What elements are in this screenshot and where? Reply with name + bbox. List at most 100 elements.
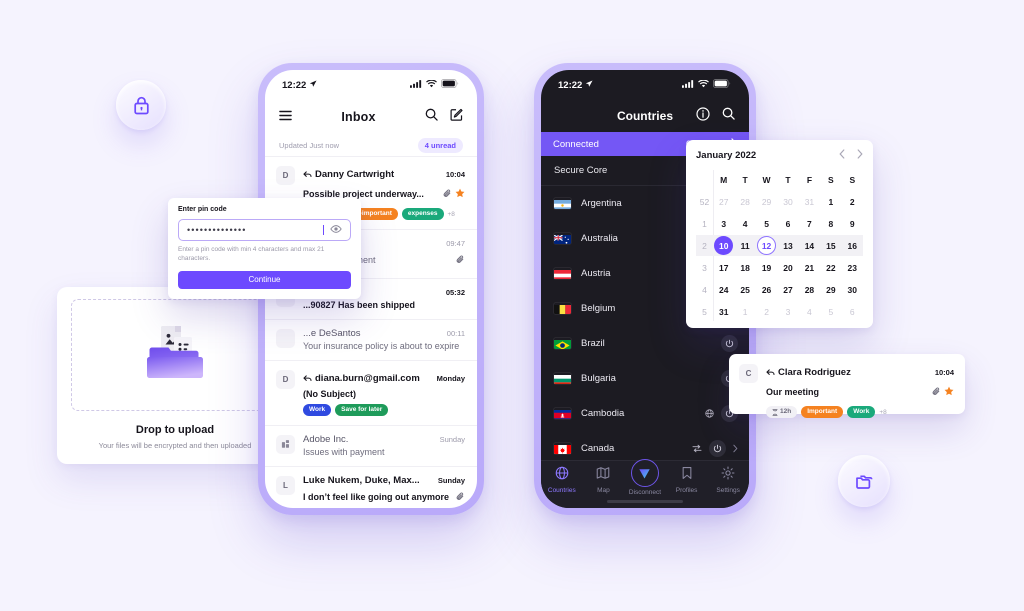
tag[interactable]: Work — [847, 406, 876, 418]
pin-code-help: Enter a pin code with min 4 characters a… — [178, 246, 325, 262]
country-list-item[interactable]: Brazil — [541, 326, 749, 361]
mail-item-icons — [456, 488, 465, 506]
calendar-day[interactable]: 4 — [799, 301, 820, 322]
info-circle-icon[interactable] — [696, 106, 710, 126]
calendar-day[interactable]: 6 — [842, 301, 863, 322]
search-icon[interactable] — [425, 108, 438, 126]
folders-orb — [838, 455, 890, 507]
mail-subject: Your insurance policy is about to expire — [303, 341, 460, 351]
calendar-day[interactable]: 11 — [734, 235, 756, 256]
calendar-day[interactable]: 1 — [820, 191, 841, 212]
calendar-day[interactable]: 29 — [756, 191, 777, 212]
compose-icon[interactable] — [450, 108, 463, 126]
pin-code-input[interactable]: •••••••••••••• — [178, 219, 351, 241]
calendar-day[interactable]: 28 — [734, 191, 755, 212]
calendar-day[interactable]: 26 — [756, 279, 777, 300]
calendar-day[interactable]: 2 — [842, 191, 863, 212]
calendar-day[interactable]: 21 — [799, 257, 820, 278]
calendar-day[interactable]: 27 — [713, 191, 734, 212]
calendar-day[interactable]: 1 — [734, 301, 755, 322]
shuffle-icon[interactable] — [692, 440, 702, 458]
power-button[interactable] — [721, 335, 738, 352]
calendar-day[interactable]: 10 — [713, 235, 735, 256]
chevron-left-icon[interactable] — [839, 149, 845, 162]
country-list-item[interactable]: Cambodia — [541, 396, 749, 431]
vpn-logo-icon[interactable] — [630, 459, 659, 487]
calendar-day[interactable]: 13 — [777, 235, 799, 256]
vpn-tab-settings[interactable]: Settings — [707, 466, 749, 494]
country-list-item[interactable]: Bulgaria — [541, 361, 749, 396]
mail-time: Sunday — [439, 434, 465, 444]
calendar-day[interactable]: 14 — [798, 235, 821, 256]
calendar-day[interactable]: 3 — [713, 213, 734, 234]
calendar-day[interactable]: 7 — [799, 213, 820, 234]
calendar-week-number: 1 — [702, 218, 707, 229]
vpn-tab-map[interactable]: Map — [583, 466, 625, 494]
calendar-day[interactable]: 5 — [756, 213, 777, 234]
calendar-day[interactable]: 12 — [755, 235, 778, 256]
tag[interactable]: Important — [801, 406, 844, 418]
flag-icon-argentina — [554, 198, 571, 209]
calendar-day[interactable]: 5 — [820, 301, 841, 322]
tag[interactable]: 12h — [766, 406, 798, 418]
calendar-day[interactable]: 9 — [842, 213, 863, 234]
hamburger-menu-icon[interactable] — [279, 108, 292, 126]
calendar-corner — [696, 169, 713, 190]
tag[interactable]: Work — [303, 404, 332, 416]
calendar-day[interactable]: 19 — [756, 257, 777, 278]
country-actions — [692, 440, 738, 458]
calendar-day[interactable]: 25 — [734, 279, 755, 300]
mail-item-body: Adobe Inc. Sunday Issues with payment — [303, 434, 465, 457]
calendar-day[interactable]: 29 — [820, 279, 841, 300]
power-button[interactable] — [709, 440, 726, 457]
mail-subject: I don’t feel like going out anymore — [303, 491, 450, 502]
search-icon[interactable] — [722, 107, 735, 125]
star-icon[interactable] — [455, 185, 465, 203]
calendar-day[interactable]: 23 — [842, 257, 863, 278]
chevron-right-icon[interactable] — [733, 440, 738, 458]
calendar-day[interactable]: 30 — [842, 279, 863, 300]
calendar-header: January 2022 — [696, 149, 863, 162]
mail-item-body: diana.burn@gmail.com Monday (No Subject) Wo… — [303, 369, 465, 416]
calendar-day[interactable]: 20 — [777, 257, 798, 278]
vpn-tab-profiles[interactable]: Profiles — [666, 466, 708, 494]
globe-icon[interactable] — [705, 405, 714, 423]
vpn-tab-disconnect[interactable]: Disconnect — [624, 459, 666, 496]
attachment-icon — [443, 185, 452, 203]
calendar-grid[interactable]: M T W T F S S 52 27 28 29 30 31 1 2 1 3 4 5 6 7 8 9 2 10 11 12 13 14… — [696, 169, 863, 322]
calendar-day[interactable]: 24 — [713, 279, 734, 300]
location-arrow-icon — [585, 79, 593, 91]
notification-card[interactable]: C Clara Rodriguez 10:04 Our meeting 12h … — [729, 354, 965, 418]
calendar-day[interactable]: 28 — [799, 279, 820, 300]
mail-list-item[interactable]: Ddiana.burn@gmail.com Monday (No Subject) W… — [265, 360, 477, 425]
star-icon[interactable] — [944, 383, 954, 401]
mail-list-item[interactable]: Adobe Inc. Sunday Issues with payment — [265, 424, 477, 466]
calendar-day[interactable]: 27 — [777, 279, 798, 300]
calendar-day[interactable]: 18 — [734, 257, 755, 278]
tag[interactable]: expenses — [401, 208, 444, 220]
tag[interactable]: Save for later — [335, 404, 389, 416]
calendar-day[interactable]: 8 — [820, 213, 841, 234]
calendar-day[interactable]: 17 — [713, 257, 734, 278]
calendar-day[interactable]: 22 — [820, 257, 841, 278]
unread-badge[interactable]: 4 unread — [417, 137, 463, 153]
calendar-day[interactable]: 4 — [734, 213, 755, 234]
calendar-day[interactable]: 2 — [756, 301, 777, 322]
calendar-day[interactable]: 15 — [820, 235, 842, 256]
vpn-title: Countries — [616, 109, 673, 123]
upload-dropzone[interactable] — [71, 299, 279, 411]
status-time: 12:22 — [282, 79, 307, 91]
vpn-tab-countries[interactable]: Countries — [541, 466, 583, 494]
mail-item-body: ...e DeSantos 00:11 Your insurance policy … — [303, 328, 465, 351]
mail-list-item[interactable]: ...e DeSantos 00:11 Your insurance policy … — [265, 319, 477, 360]
chevron-right-icon[interactable] — [857, 149, 863, 162]
calendar-day[interactable]: 6 — [777, 213, 798, 234]
calendar-day[interactable]: 3 — [777, 301, 798, 322]
calendar-day[interactable]: 31 — [799, 191, 820, 212]
calendar-day[interactable]: 31 — [713, 301, 734, 322]
calendar-day[interactable]: 16 — [841, 235, 863, 256]
calendar-day[interactable]: 30 — [777, 191, 798, 212]
eye-icon[interactable] — [330, 221, 342, 239]
continue-button[interactable]: Continue — [178, 270, 351, 289]
mail-list-item[interactable]: L Luke Nukem, Duke, Max... Sunday I don’t f… — [265, 465, 477, 509]
